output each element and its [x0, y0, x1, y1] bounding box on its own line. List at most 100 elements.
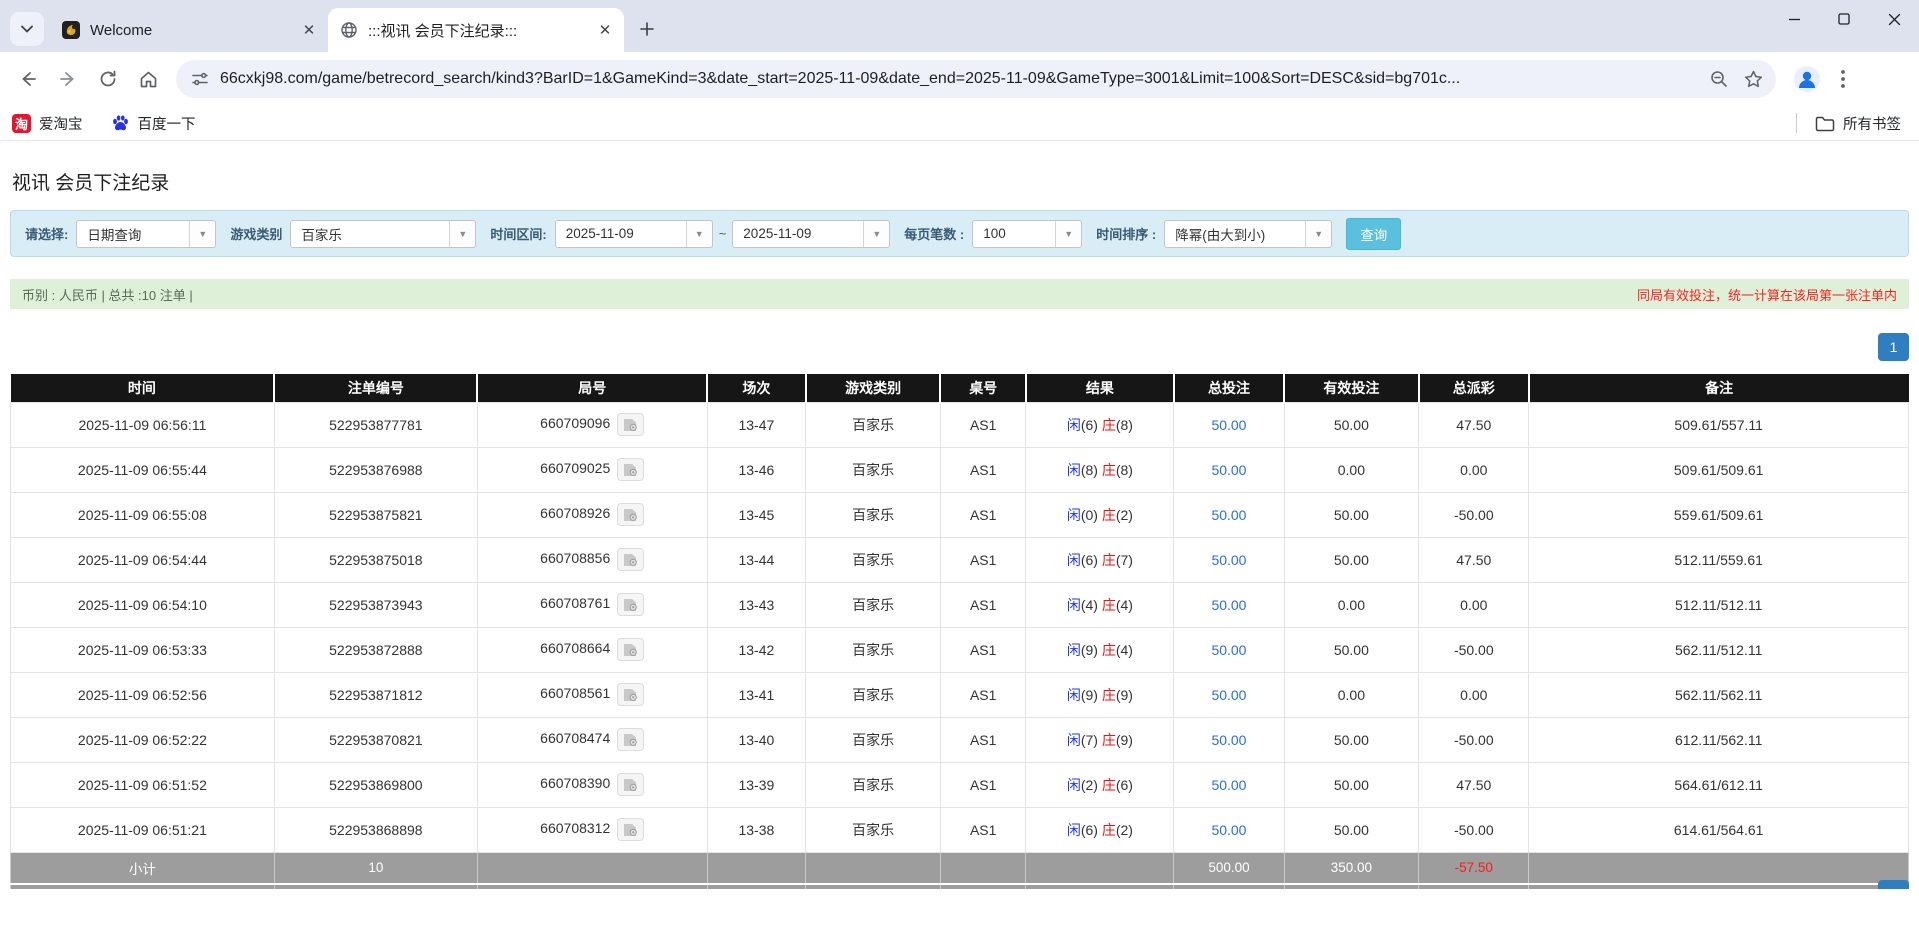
page-1-button[interactable]: 1: [1878, 333, 1909, 361]
total-bet-link[interactable]: 50.00: [1211, 597, 1246, 613]
cell-time: 2025-11-09 06:54:10: [11, 582, 275, 627]
table-row: 2025-11-09 06:52:56522953871812660708561…: [11, 672, 1909, 717]
cell-game: 百家乐: [806, 582, 941, 627]
page-1-button-bottom[interactable]: 1: [1878, 880, 1909, 889]
video-replay-icon[interactable]: [617, 413, 644, 436]
browser-menu-icon[interactable]: [1828, 62, 1858, 96]
cell-result: 闲(7) 庄(9): [1026, 717, 1174, 762]
video-replay-icon[interactable]: [617, 458, 644, 481]
close-window-button[interactable]: [1869, 0, 1919, 38]
url-text[interactable]: 66cxkj98.com/game/betrecord_search/kind3…: [220, 70, 1695, 88]
total-bet-link[interactable]: 50.00: [1211, 552, 1246, 568]
cell-bet-id: 522953877781: [274, 402, 477, 447]
tab-close-icon[interactable]: ✕: [596, 21, 614, 39]
profile-avatar[interactable]: [1790, 62, 1824, 96]
subtotal-label: 小计: [11, 852, 275, 884]
video-replay-icon[interactable]: [617, 773, 644, 796]
bookmark-label: 百度一下: [138, 113, 196, 134]
table-row: 2025-11-09 06:56:11522953877781660709096…: [11, 402, 1909, 447]
minimize-button[interactable]: [1769, 0, 1819, 38]
tab-close-icon[interactable]: ✕: [300, 21, 318, 39]
per-page-label: 每页笔数 :: [904, 224, 964, 243]
cell-payout: -50.00: [1419, 627, 1529, 672]
column-header: 局号: [477, 374, 707, 402]
tab-welcome[interactable]: Welcome ✕: [50, 8, 328, 52]
bookmark-baidu[interactable]: 百度一下: [111, 113, 196, 134]
cell-note: 612.11/562.11: [1529, 717, 1909, 762]
cell-game: 百家乐: [806, 807, 941, 852]
date-end-select[interactable]: 2025-11-09 ▼: [732, 220, 890, 248]
cell-bet-id: 522953875018: [274, 537, 477, 582]
home-button[interactable]: [130, 61, 166, 97]
total-bet-link[interactable]: 50.00: [1211, 732, 1246, 748]
bookmark-aitaobao[interactable]: 淘 爱淘宝: [12, 113, 83, 134]
records-body: 2025-11-09 06:56:11522953877781660709096…: [11, 402, 1909, 852]
cell-payout: 0.00: [1419, 582, 1529, 627]
video-replay-icon[interactable]: [617, 683, 644, 706]
cell-round: 660708390: [477, 762, 707, 807]
subtotal-count: 10: [274, 852, 477, 884]
cell-payout: 0.00: [1419, 447, 1529, 492]
total-bet-link[interactable]: 50.00: [1211, 462, 1246, 478]
video-replay-icon[interactable]: [617, 503, 644, 526]
query-mode-select[interactable]: 日期查询 ▼: [76, 220, 216, 248]
page-content: 视讯 会员下注纪录 请选择: 日期查询 ▼ 游戏类别 百家乐 ▼ 时间区间: 2…: [0, 141, 1919, 889]
column-header: 总派彩: [1419, 374, 1529, 402]
cell-payout: -50.00: [1419, 492, 1529, 537]
cell-result: 闲(4) 庄(4): [1026, 582, 1174, 627]
reload-button[interactable]: [90, 61, 126, 97]
cell-result: 闲(8) 庄(8): [1026, 447, 1174, 492]
tab-search-button[interactable]: [10, 12, 44, 46]
cell-bet-id: 522953875821: [274, 492, 477, 537]
cell-game: 百家乐: [806, 492, 941, 537]
cell-table: AS1: [940, 402, 1025, 447]
cell-result: 闲(6) 庄(7): [1026, 537, 1174, 582]
cell-round: 660708561: [477, 672, 707, 717]
date-start-select[interactable]: 2025-11-09 ▼: [555, 220, 713, 248]
date-tilde: ~: [719, 226, 727, 241]
cell-valid-bet: 0.00: [1284, 672, 1419, 717]
per-page-select[interactable]: 100 ▼: [972, 220, 1082, 248]
site-info-icon[interactable]: [190, 69, 210, 89]
total-label: 总计: [11, 884, 275, 889]
cell-round: 660708761: [477, 582, 707, 627]
total-count: 10: [274, 884, 477, 889]
new-tab-button[interactable]: [632, 14, 662, 44]
cell-note: 614.61/564.61: [1529, 807, 1909, 852]
video-replay-icon[interactable]: [617, 593, 644, 616]
sort-select[interactable]: 降幂(由大到小) ▼: [1164, 220, 1332, 248]
total-bet-link[interactable]: 50.00: [1211, 507, 1246, 523]
table-header-row: 时间注单编号局号场次游戏类别桌号结果总投注有效投注总派彩备注: [11, 374, 1909, 402]
cell-session: 13-41: [707, 672, 806, 717]
video-replay-icon[interactable]: [617, 638, 644, 661]
search-button[interactable]: 查询: [1346, 218, 1401, 250]
cell-bet-id: 522953872888: [274, 627, 477, 672]
subtotal-payout: -57.50: [1419, 852, 1529, 884]
url-bar[interactable]: 66cxkj98.com/game/betrecord_search/kind3…: [176, 60, 1776, 98]
date-range-label: 时间区间:: [490, 224, 546, 243]
all-bookmarks-button[interactable]: 所有书签: [1815, 113, 1901, 134]
total-bet-link[interactable]: 50.00: [1211, 417, 1246, 433]
game-type-label: 游戏类别: [230, 224, 282, 243]
video-replay-icon[interactable]: [617, 548, 644, 571]
tab-betrecord[interactable]: :::视讯 会员下注纪录::: ✕: [328, 8, 624, 52]
forward-button[interactable]: [50, 61, 86, 97]
table-row: 2025-11-09 06:51:52522953869800660708390…: [11, 762, 1909, 807]
total-bet-link[interactable]: 50.00: [1211, 642, 1246, 658]
bookmark-star-icon[interactable]: [1743, 69, 1764, 90]
total-bet-link[interactable]: 50.00: [1211, 822, 1246, 838]
zoom-out-icon[interactable]: [1709, 69, 1729, 89]
game-type-select[interactable]: 百家乐 ▼: [290, 220, 476, 248]
currency-summary: 币别 : 人民币 | 总共 :10 注单 |: [22, 285, 193, 304]
video-replay-icon[interactable]: [617, 818, 644, 841]
cell-note: 562.11/562.11: [1529, 672, 1909, 717]
total-bet-link[interactable]: 50.00: [1211, 777, 1246, 793]
video-replay-icon[interactable]: [617, 728, 644, 751]
back-button[interactable]: [10, 61, 46, 97]
column-header: 桌号: [940, 374, 1025, 402]
cell-session: 13-47: [707, 402, 806, 447]
cell-session: 13-42: [707, 627, 806, 672]
maximize-button[interactable]: [1819, 0, 1869, 38]
round-number: 660708664: [540, 640, 610, 656]
total-bet-link[interactable]: 50.00: [1211, 687, 1246, 703]
